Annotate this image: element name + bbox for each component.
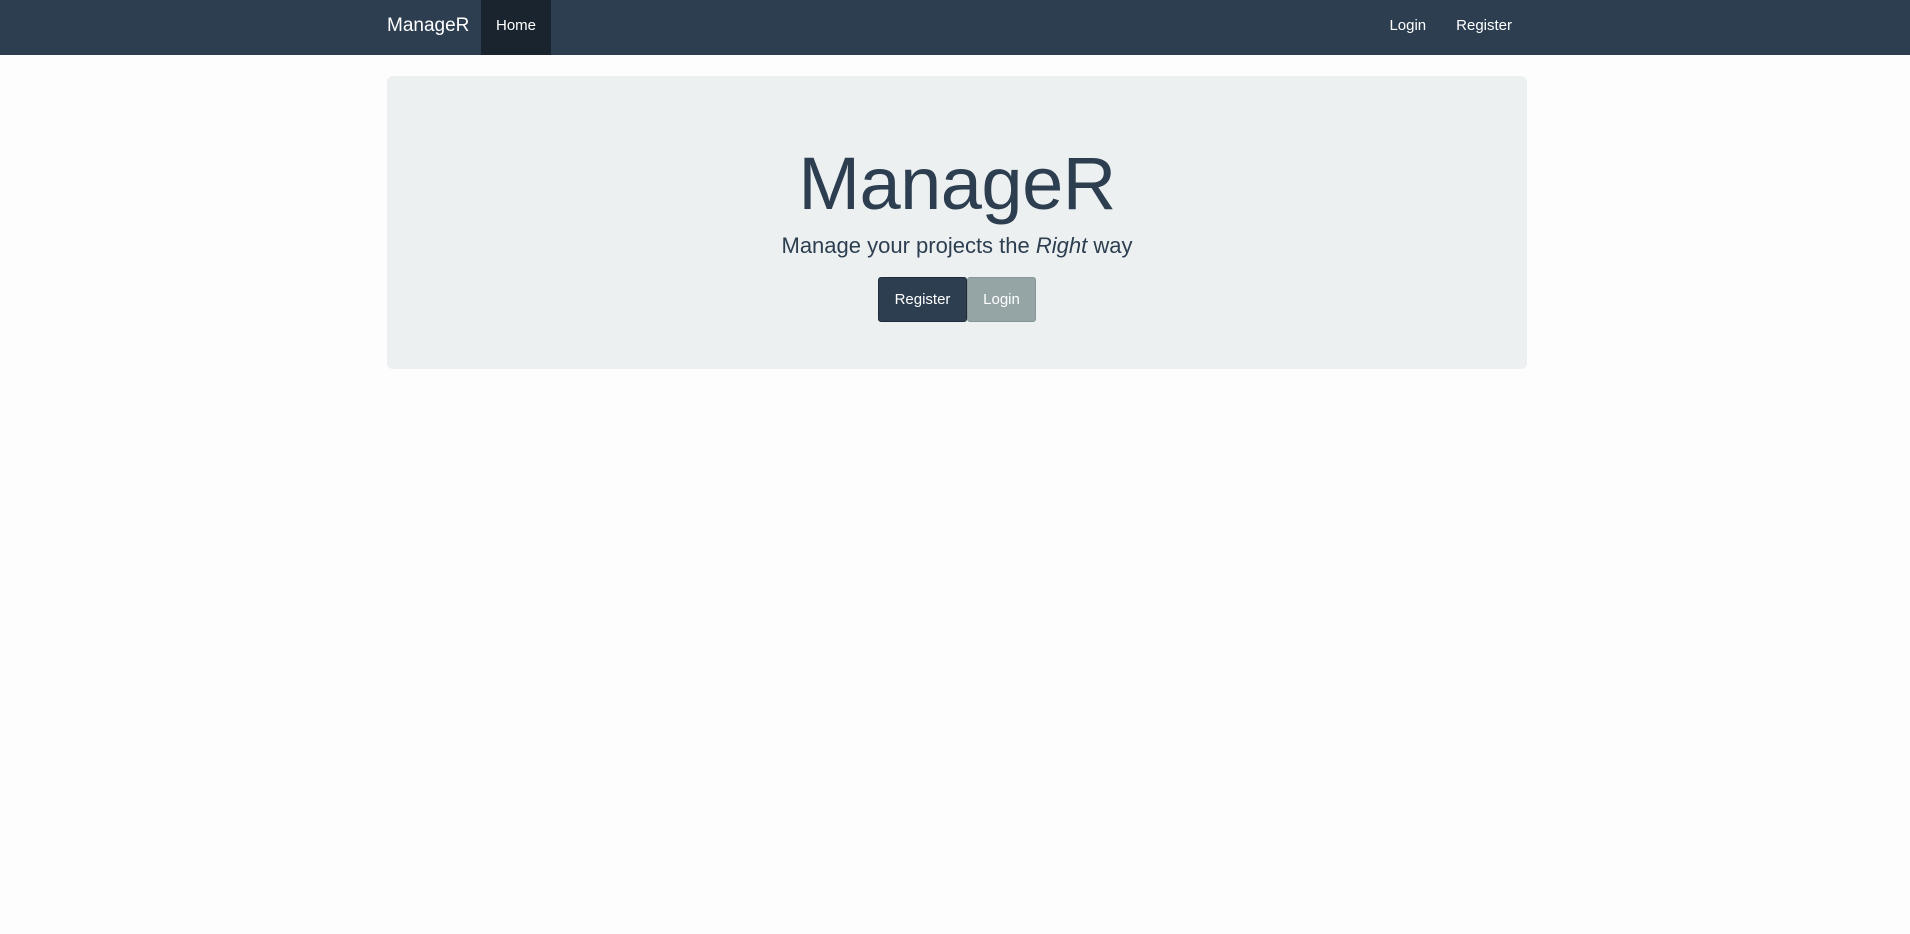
register-button[interactable]: Register xyxy=(878,277,967,322)
hero-subtitle-end: way xyxy=(1087,233,1133,258)
hero-jumbotron: ManageR Manage your projects the Right w… xyxy=(387,76,1527,369)
navbar-right: Login Register xyxy=(1374,0,1527,55)
hero-title: ManageR xyxy=(798,142,1116,225)
nav-login-link[interactable]: Login xyxy=(1374,0,1441,55)
top-navbar: ManageR Home Login Register xyxy=(0,0,1910,55)
nav-register-link[interactable]: Register xyxy=(1441,0,1527,55)
login-button[interactable]: Login xyxy=(967,277,1036,322)
brand-link[interactable]: ManageR xyxy=(387,0,469,55)
nav-item-home[interactable]: Home xyxy=(481,0,551,55)
hero-subtitle-start: Manage your projects the xyxy=(781,233,1036,258)
navbar-container: ManageR Home Login Register xyxy=(387,0,1527,55)
hero-subtitle: Manage your projects the Right way xyxy=(387,230,1527,262)
hero-button-group: Register Login xyxy=(878,277,1036,322)
hero-subtitle-emphasis: Right xyxy=(1035,233,1088,258)
